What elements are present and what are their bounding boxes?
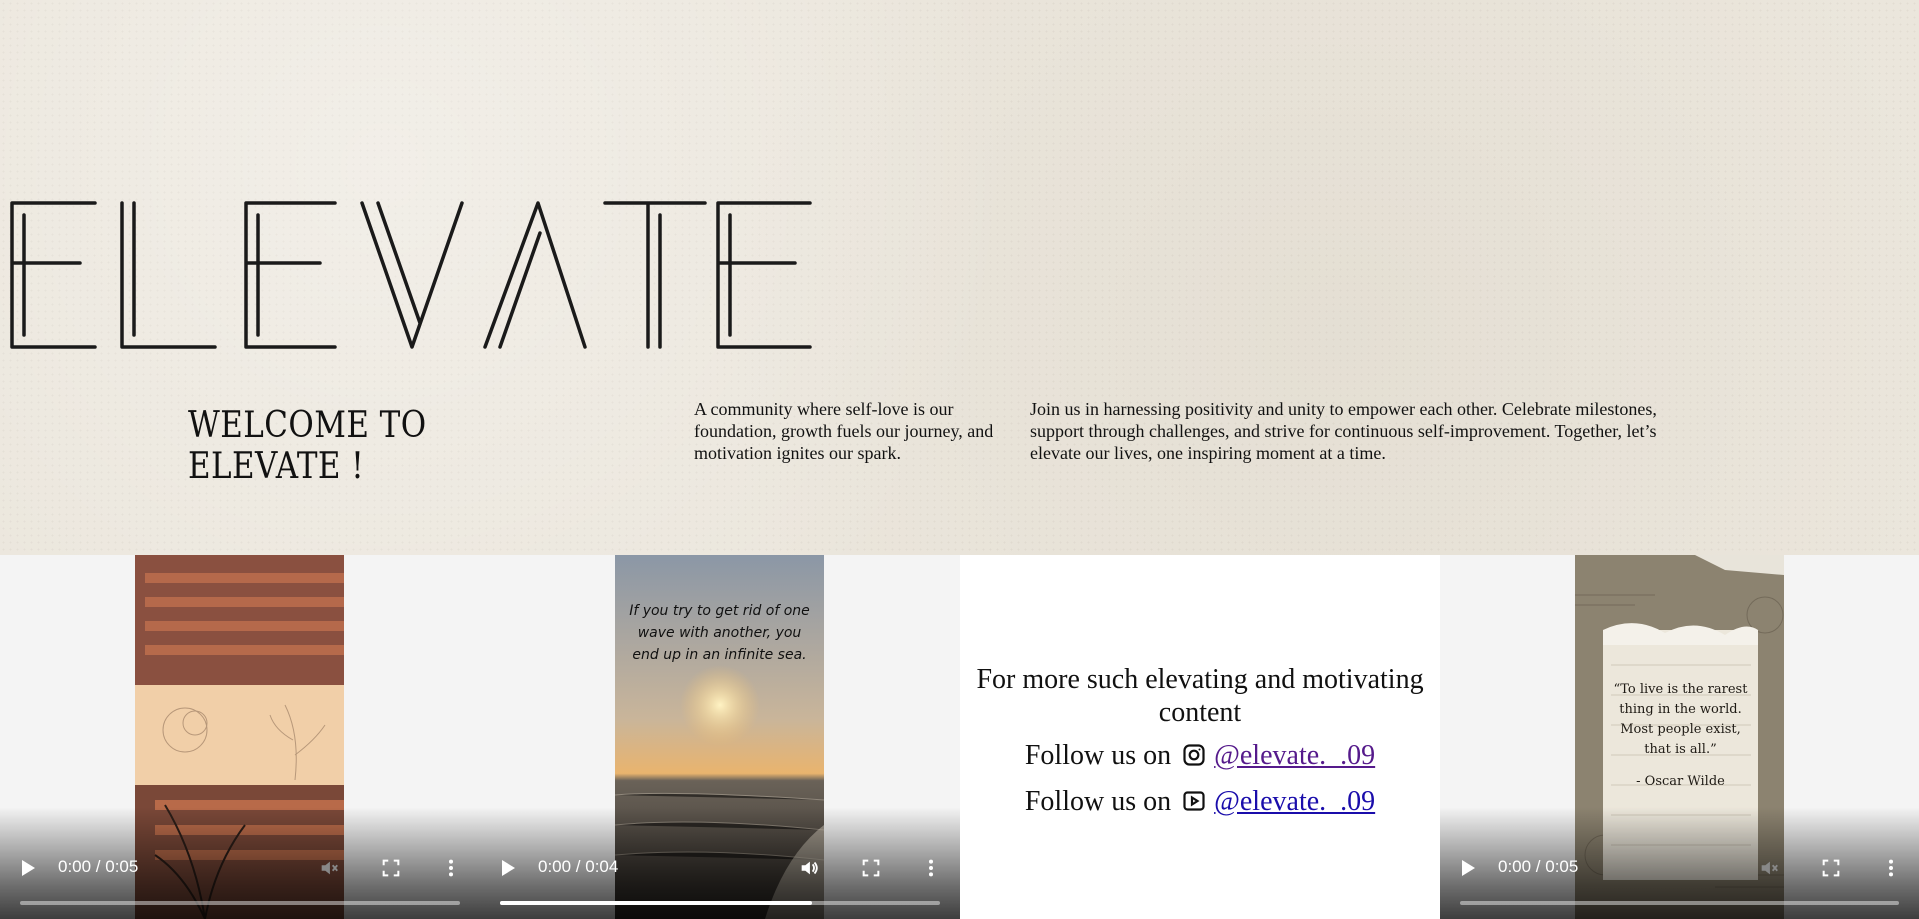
youtube-link[interactable]: @elevate._.09 <box>1214 786 1375 817</box>
video-2-controls: 0:00 / 0:04 <box>480 807 960 919</box>
follow-instagram-prefix: Follow us on <box>1024 740 1172 771</box>
quote-author: - Oscar Wilde <box>1636 774 1725 789</box>
video-3-quote: “To live is the rarest thing in the worl… <box>1603 680 1758 792</box>
video-3-time: 0:00 / 0:05 <box>1498 857 1579 876</box>
video-1-progress-bar[interactable] <box>20 901 460 905</box>
more-vertical-icon[interactable] <box>920 857 942 879</box>
volume-icon[interactable] <box>798 857 820 879</box>
follow-panel: For more such elevating and motivating c… <box>960 555 1440 919</box>
video-player-3[interactable]: “To live is the rarest thing in the worl… <box>1440 555 1919 919</box>
volume-icon[interactable] <box>318 857 340 879</box>
more-vertical-icon[interactable] <box>1880 857 1902 879</box>
video-2-quote: If you try to get rid of one wave with a… <box>629 603 810 663</box>
hero-section: WELCOME TO ELEVATE ! A community where s… <box>0 0 1919 555</box>
fullscreen-icon[interactable] <box>380 857 402 879</box>
community-paragraph: A community where self-love is our found… <box>694 399 994 463</box>
youtube-icon <box>1183 791 1205 811</box>
quote-line-3: Most people exist, <box>1620 722 1741 737</box>
video-3-controls: 0:00 / 0:05 <box>1440 807 1919 919</box>
instagram-icon <box>1183 744 1205 766</box>
video-2-time: 0:00 / 0:04 <box>538 857 619 876</box>
fullscreen-icon[interactable] <box>1820 857 1842 879</box>
video-1-controls: 0:00 / 0:05 <box>0 807 480 919</box>
play-icon[interactable] <box>500 859 516 877</box>
follow-instagram-line: Follow us on @elevate._.09 <box>960 740 1440 772</box>
video-3-progress-bar[interactable] <box>1460 901 1899 905</box>
follow-heading: For more such elevating and motivating c… <box>976 664 1424 728</box>
video-player-1[interactable]: 0:00 / 0:05 <box>0 555 480 919</box>
video-1-time: 0:00 / 0:05 <box>58 857 139 876</box>
welcome-heading: WELCOME TO ELEVATE ! <box>188 405 427 487</box>
play-icon[interactable] <box>20 859 36 877</box>
join-us-paragraph: Join us in harnessing positivity and uni… <box>1030 399 1657 463</box>
elevate-logo <box>10 201 812 349</box>
play-icon[interactable] <box>1460 859 1476 877</box>
quote-line-1: “To live is the rarest <box>1613 682 1748 697</box>
follow-youtube-prefix: Follow us on <box>1024 786 1172 817</box>
video-2-progress-bar[interactable] <box>500 901 940 905</box>
instagram-link[interactable]: @elevate._.09 <box>1214 740 1375 771</box>
follow-youtube-line: Follow us on @elevate._.09 <box>960 786 1440 818</box>
volume-icon[interactable] <box>1758 857 1780 879</box>
video-player-2[interactable]: If you try to get rid of one wave with a… <box>480 555 960 919</box>
quote-line-4: that is all.” <box>1644 742 1717 757</box>
fullscreen-icon[interactable] <box>860 857 882 879</box>
quote-line-2: thing in the world. <box>1619 702 1742 717</box>
more-vertical-icon[interactable] <box>440 857 462 879</box>
